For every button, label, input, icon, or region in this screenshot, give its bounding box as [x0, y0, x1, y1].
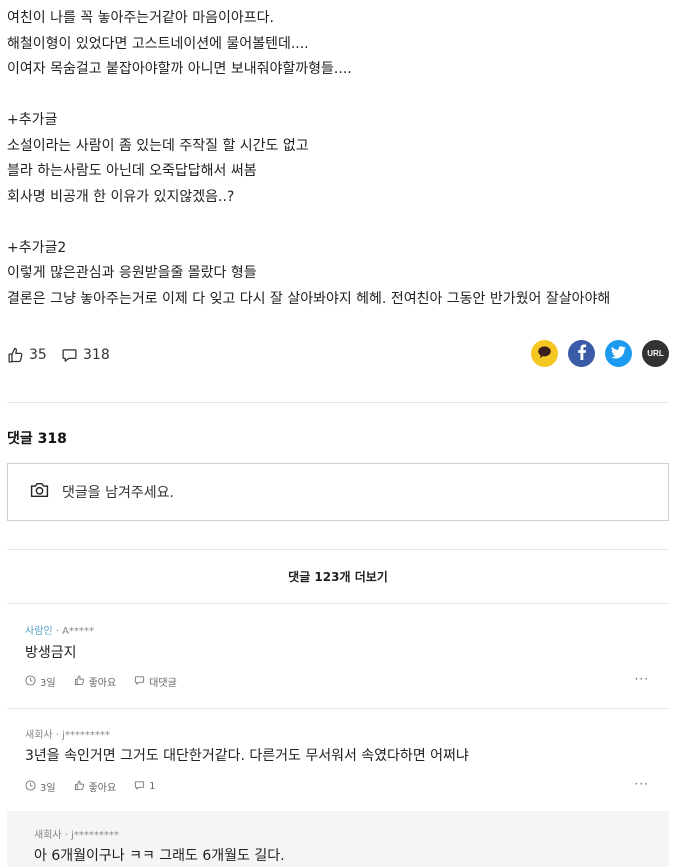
- post-line: 이렇게 많은관심과 응원받을줄 몰랐다 형들: [7, 265, 257, 281]
- comment-meta: 사람인 · A*****: [25, 622, 94, 637]
- like-count: 35: [29, 347, 47, 363]
- post-actions: 35 318 URL: [7, 340, 669, 370]
- twitter-share-button[interactable]: [605, 340, 632, 367]
- post-line: 이여자 목숨걸고 붙잡아야할까 아니면 보내줘야할까형들....: [7, 61, 352, 77]
- kakao-talk-icon: [537, 344, 552, 363]
- comment-reply-label: 대댓글: [149, 678, 177, 689]
- more-options-icon[interactable]: ···: [635, 672, 649, 686]
- clock-icon: [25, 674, 36, 689]
- more-options-icon[interactable]: ···: [635, 777, 649, 791]
- comment-company[interactable]: 새회사: [25, 730, 53, 741]
- comment-like-button[interactable]: 좋아요: [74, 779, 117, 794]
- comment-item: 사람인 · A***** 방생금지 3일 좋아요 대댓글 ···: [7, 604, 669, 708]
- post-line: 해철이형이 있었다면 고스트네이션에 물어볼텐데....: [7, 35, 309, 52]
- reply-meta: 새회사 · j*********: [34, 826, 119, 841]
- comment-time: 3일: [25, 779, 56, 794]
- copy-url-button[interactable]: URL: [642, 340, 669, 367]
- clock-icon: [25, 779, 36, 794]
- divider: [7, 402, 669, 403]
- comment-like-label: 좋아요: [88, 783, 117, 794]
- kakao-share-button[interactable]: [531, 340, 558, 367]
- url-icon-label: URL: [647, 349, 664, 358]
- comment-meta: 새회사 · j*********: [25, 726, 110, 741]
- comment-reply-count: 1: [149, 781, 156, 792]
- thumbs-up-icon: [7, 347, 24, 364]
- post-blank-line: [7, 83, 687, 109]
- comment-footer: 3일 좋아요 1: [25, 779, 170, 794]
- facebook-icon: [577, 344, 587, 364]
- comment-like-label: 좋아요: [88, 678, 117, 689]
- thumbs-up-icon: [74, 779, 85, 794]
- comment-author: A*****: [62, 626, 94, 637]
- post-body: 여친이 나를 꼭 놓아주는거같아 마음이아프다. 해철이형이 있었다면 고스트네…: [7, 6, 687, 312]
- comment-input-placeholder: 댓글을 남겨주세요.: [62, 485, 174, 501]
- comment-time-label: 3일: [40, 783, 56, 794]
- post-line: +추가글: [7, 112, 58, 128]
- post-line: +추가글2: [7, 239, 67, 256]
- comment-time: 3일: [25, 674, 56, 689]
- comment-reply-button[interactable]: 1: [134, 780, 156, 794]
- reply-text: 아 6개월이구나 ㅋㅋ 그래도 6개월도 길다.: [34, 848, 285, 864]
- reply-company[interactable]: 새회사: [34, 830, 62, 841]
- post-line: 소설이라는 사람이 좀 있는데 주작질 할 시간도 없고: [7, 137, 309, 154]
- post-line: 회사명 비공개 한 이유가 있지않겠음..?: [7, 188, 235, 205]
- comment-reply-button[interactable]: 대댓글: [134, 674, 177, 689]
- comment-text: 3년을 속인거면 그거도 대단한거같다. 다른거도 무서워서 속였다하면 어쩌냐: [25, 748, 469, 764]
- comments-heading: 댓글 318: [7, 431, 67, 447]
- thumbs-up-icon: [74, 674, 85, 689]
- reply-item: 새회사 · j********* 아 6개월이구나 ㅋㅋ 그래도 6개월도 길다…: [7, 811, 669, 867]
- post-line: 여친이 나를 꼭 놓아주는거같아 마음이아프다.: [7, 10, 274, 26]
- camera-icon[interactable]: [30, 482, 49, 502]
- speech-bubble-icon: [61, 347, 78, 364]
- comment-input[interactable]: 댓글을 남겨주세요.: [7, 463, 669, 521]
- comment-like-button[interactable]: 좋아요: [74, 674, 117, 689]
- divider: [7, 549, 669, 550]
- comment-count-button[interactable]: 318: [61, 340, 110, 370]
- comment-time-label: 3일: [40, 678, 56, 689]
- share-buttons: URL: [531, 340, 669, 367]
- post-line: 결론은 그냥 놓아주는거로 이제 다 잊고 다시 잘 살아봐야지 헤헤. 전여친…: [7, 290, 611, 307]
- comment-company[interactable]: 사람인: [25, 626, 53, 637]
- more-comments-button[interactable]: 댓글 123개 더보기: [7, 568, 669, 585]
- twitter-bird-icon: [611, 344, 626, 363]
- like-button[interactable]: 35: [7, 340, 47, 370]
- post-blank-line: [7, 210, 687, 236]
- comment-text: 방생금지: [25, 645, 77, 661]
- comment-item: 새회사 · j********* 3년을 속인거면 그거도 대단한거같다. 다른…: [7, 709, 669, 811]
- speech-bubble-icon: [134, 675, 145, 689]
- speech-bubble-icon: [134, 780, 145, 794]
- post-line: 블라 하는사람도 아닌데 오죽답답해서 써봄: [7, 163, 257, 179]
- reply-author: j*********: [71, 830, 119, 841]
- facebook-share-button[interactable]: [568, 340, 595, 367]
- comment-footer: 3일 좋아요 대댓글: [25, 674, 191, 689]
- comment-count: 318: [83, 347, 110, 363]
- comment-author: j*********: [62, 730, 110, 741]
